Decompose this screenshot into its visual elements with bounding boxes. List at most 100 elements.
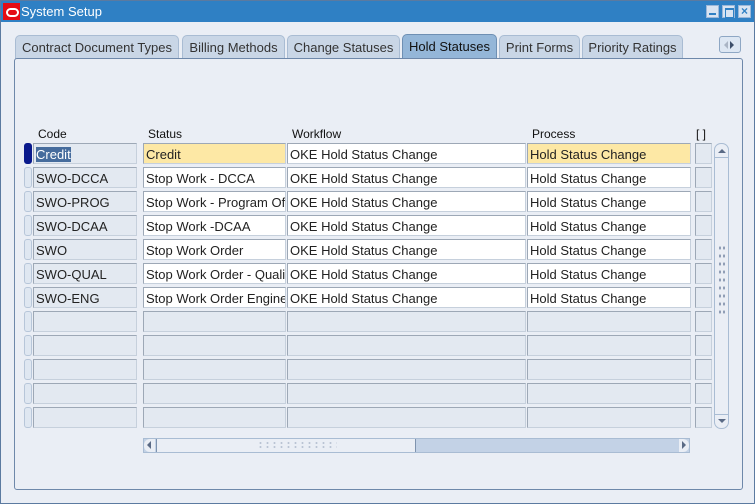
process-field[interactable] — [527, 407, 691, 428]
process-field[interactable]: Hold Status Change — [527, 191, 691, 212]
flex-field[interactable] — [695, 191, 712, 212]
workflow-field[interactable] — [287, 311, 526, 332]
code-field[interactable] — [33, 311, 137, 332]
status-field-value: Stop Work -DCAA — [146, 219, 251, 234]
flex-field[interactable] — [695, 287, 712, 308]
process-field[interactable] — [527, 383, 691, 404]
tab-hold-statuses[interactable]: Hold Statuses — [402, 34, 497, 59]
scroll-right-icon[interactable] — [682, 441, 686, 449]
process-field[interactable]: Hold Status Change — [527, 143, 691, 164]
process-field[interactable] — [527, 335, 691, 356]
row-indicator[interactable] — [24, 143, 32, 164]
status-field[interactable] — [143, 359, 286, 380]
status-field[interactable] — [143, 335, 286, 356]
status-field[interactable]: Stop Work - DCCA — [143, 167, 286, 188]
status-field[interactable] — [143, 383, 286, 404]
flex-field[interactable] — [695, 239, 712, 260]
status-field[interactable] — [143, 407, 286, 428]
status-field[interactable]: Stop Work -DCAA — [143, 215, 286, 236]
workflow-field[interactable]: OKE Hold Status Change — [287, 287, 526, 308]
row-indicator[interactable] — [24, 287, 32, 308]
flex-field[interactable] — [695, 407, 712, 428]
code-field[interactable]: SWO-DCCA — [33, 167, 137, 188]
process-field[interactable]: Hold Status Change — [527, 239, 691, 260]
horizontal-scrollbar[interactable] — [143, 438, 690, 453]
flex-field[interactable] — [695, 167, 712, 188]
process-field[interactable]: Hold Status Change — [527, 215, 691, 236]
workflow-field[interactable]: OKE Hold Status Change — [287, 143, 526, 164]
code-field[interactable] — [33, 407, 137, 428]
status-field[interactable]: Credit — [143, 143, 286, 164]
workflow-field-value: OKE Hold Status Change — [290, 171, 438, 186]
column-header-flex-field[interactable]: [ ] — [696, 127, 706, 141]
title-bar[interactable]: System Setup × — [1, 1, 754, 22]
row-indicator[interactable] — [24, 335, 32, 356]
flex-field[interactable] — [695, 335, 712, 356]
tab-billing-methods[interactable]: Billing Methods — [182, 35, 285, 59]
workflow-field[interactable]: OKE Hold Status Change — [287, 263, 526, 284]
workflow-field[interactable] — [287, 383, 526, 404]
minimize-button[interactable] — [706, 5, 719, 18]
maximize-button[interactable] — [722, 5, 735, 18]
scroll-left-icon[interactable] — [147, 441, 151, 449]
scroll-up-icon[interactable] — [718, 149, 726, 153]
workflow-field[interactable]: OKE Hold Status Change — [287, 239, 526, 260]
row-indicator[interactable] — [24, 263, 32, 284]
row-indicator[interactable] — [24, 191, 32, 212]
row-indicator[interactable] — [24, 167, 32, 188]
row-indicator[interactable] — [24, 215, 32, 236]
code-field[interactable]: SWO-ENG — [33, 287, 137, 308]
process-field[interactable]: Hold Status Change — [527, 167, 691, 188]
code-field[interactable] — [33, 383, 137, 404]
code-field[interactable]: SWO-QUAL — [33, 263, 137, 284]
horizontal-scroll-thumb[interactable] — [156, 439, 416, 452]
row-indicator[interactable] — [24, 311, 32, 332]
status-field[interactable]: Stop Work Order Engineering — [143, 287, 286, 308]
workflow-field[interactable]: OKE Hold Status Change — [287, 191, 526, 212]
tab-scroll-button[interactable] — [719, 36, 741, 53]
process-field-value: Hold Status Change — [530, 171, 647, 186]
tab-contract-document-types[interactable]: Contract Document Types — [15, 35, 179, 59]
row-indicator[interactable] — [24, 239, 32, 260]
process-field[interactable] — [527, 311, 691, 332]
close-button[interactable]: × — [738, 5, 751, 18]
row-indicator[interactable] — [24, 383, 32, 404]
tab-print-forms[interactable]: Print Forms — [499, 35, 580, 59]
code-field[interactable] — [33, 335, 137, 356]
status-field[interactable]: Stop Work Order - Quality — [143, 263, 286, 284]
flex-field[interactable] — [695, 359, 712, 380]
tab-priority-ratings[interactable]: Priority Ratings — [582, 35, 683, 59]
row-indicator[interactable] — [24, 359, 32, 380]
code-field[interactable] — [33, 359, 137, 380]
process-field-value: Hold Status Change — [530, 291, 647, 306]
code-field[interactable]: SWO-PROG — [33, 191, 137, 212]
flex-field[interactable] — [695, 215, 712, 236]
column-header-code: Code — [38, 127, 67, 141]
vertical-scrollbar[interactable] — [714, 143, 729, 429]
code-field[interactable]: SWO — [33, 239, 137, 260]
workflow-field[interactable] — [287, 407, 526, 428]
row-indicator[interactable] — [24, 407, 32, 428]
code-field[interactable]: SWO-DCAA — [33, 215, 137, 236]
process-field-value: Hold Status Change — [530, 243, 647, 258]
workflow-field[interactable] — [287, 335, 526, 356]
process-field[interactable]: Hold Status Change — [527, 263, 691, 284]
process-field[interactable]: Hold Status Change — [527, 287, 691, 308]
process-field[interactable] — [527, 359, 691, 380]
status-field[interactable] — [143, 311, 286, 332]
flex-field[interactable] — [695, 263, 712, 284]
status-field[interactable]: Stop Work Order — [143, 239, 286, 260]
flex-field[interactable] — [695, 311, 712, 332]
tab-change-statuses[interactable]: Change Statuses — [287, 35, 400, 59]
scroll-down-icon[interactable] — [718, 419, 726, 423]
scroll-grip[interactable] — [718, 244, 725, 314]
workflow-field[interactable]: OKE Hold Status Change — [287, 167, 526, 188]
flex-field[interactable] — [695, 383, 712, 404]
workflow-field-value: OKE Hold Status Change — [290, 267, 438, 282]
status-field[interactable]: Stop Work - Program Office — [143, 191, 286, 212]
workflow-field[interactable]: OKE Hold Status Change — [287, 215, 526, 236]
workflow-field-value: OKE Hold Status Change — [290, 243, 438, 258]
code-field[interactable]: Credit — [33, 143, 137, 164]
flex-field[interactable] — [695, 143, 712, 164]
workflow-field[interactable] — [287, 359, 526, 380]
